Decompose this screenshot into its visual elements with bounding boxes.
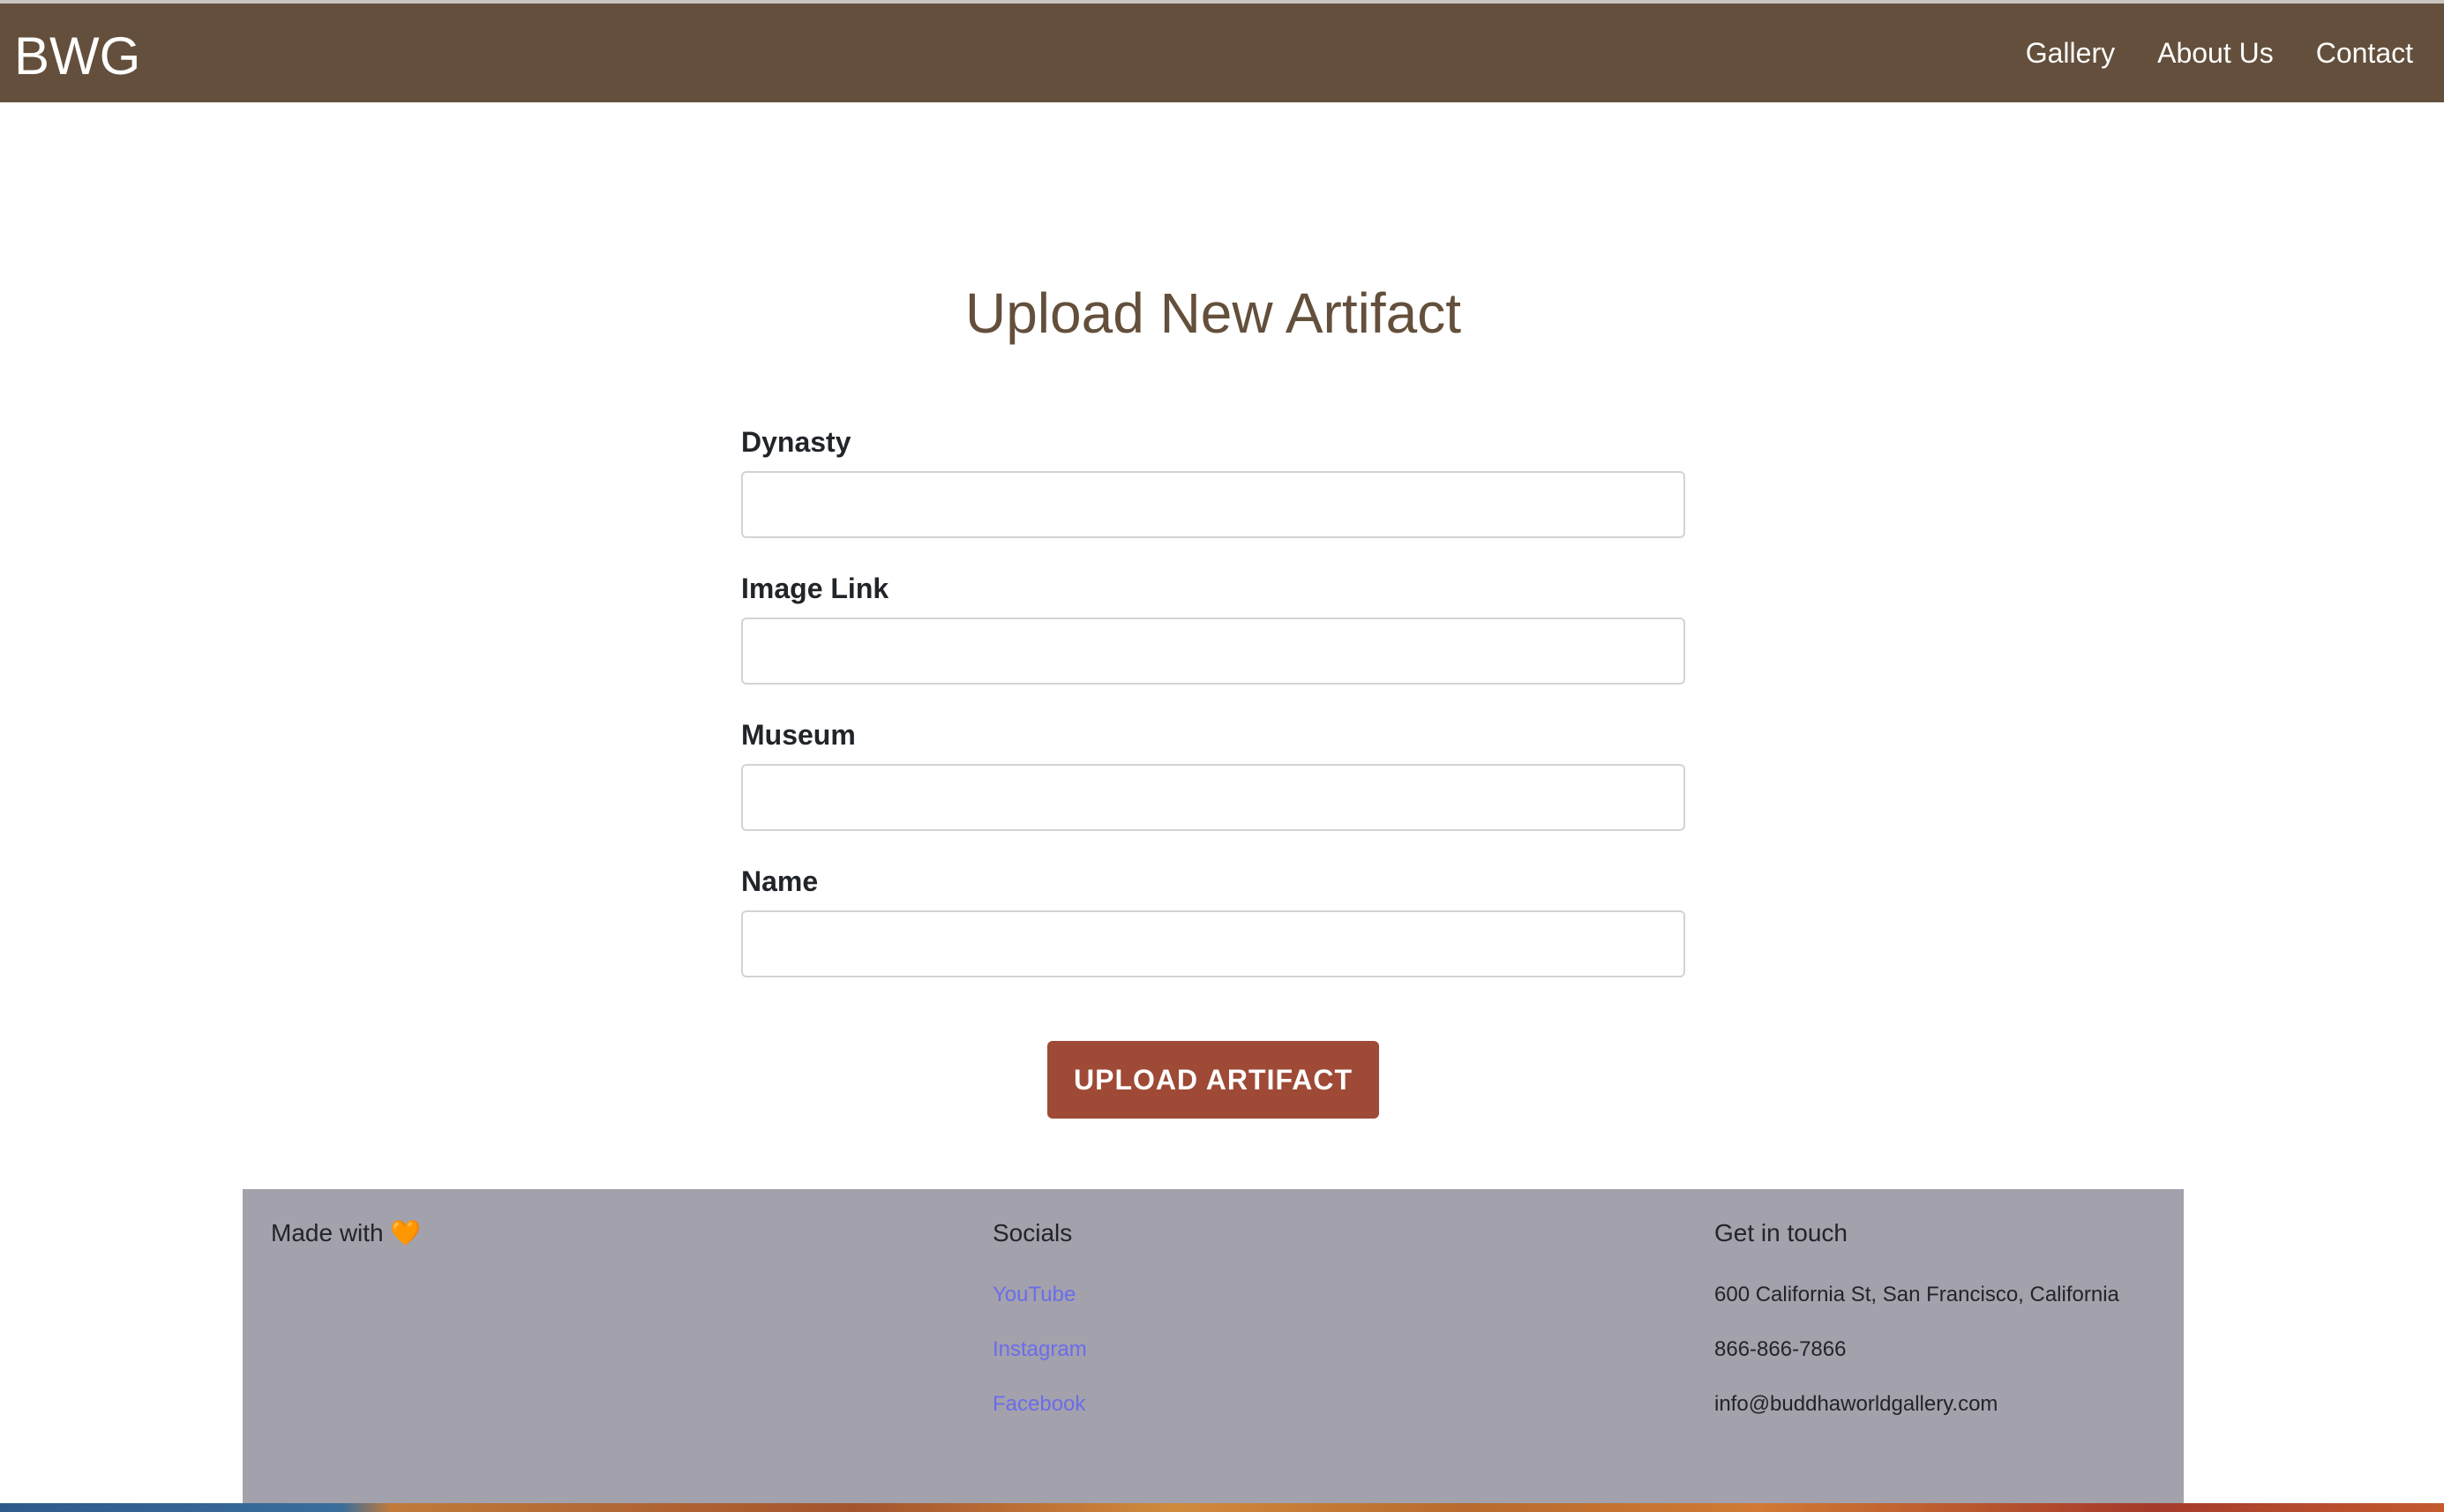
nav-link-gallery[interactable]: Gallery [2026, 35, 2115, 71]
museum-field-group: Museum [741, 716, 1685, 831]
nav-link-contact[interactable]: Contact [2316, 35, 2413, 71]
socials-heading: Socials [993, 1219, 1073, 1246]
instagram-link[interactable]: Instagram [993, 1337, 1087, 1361]
image-link-input[interactable] [741, 618, 1685, 685]
upload-artifact-form: Dynasty Image Link Museum Name [741, 423, 1685, 1009]
heart-icon: 🧡 [390, 1218, 422, 1247]
name-label: Name [741, 865, 819, 897]
dynasty-label: Dynasty [741, 426, 851, 458]
contact-heading: Get in touch [1714, 1219, 1848, 1246]
page-title: Upload New Artifact [964, 281, 1462, 345]
name-input[interactable] [741, 910, 1685, 977]
footer-made-with-column: Made with 🧡 [271, 1217, 421, 1249]
youtube-link[interactable]: YouTube [993, 1283, 1076, 1306]
museum-label: Museum [741, 719, 856, 751]
list-item: Instagram [993, 1336, 1087, 1390]
footer-socials-column: Socials YouTube Instagram Facebook [993, 1217, 1087, 1445]
dynasty-input[interactable] [741, 471, 1685, 538]
made-with-text: Made with 🧡 [271, 1217, 421, 1249]
image-link-field-group: Image Link [741, 570, 1685, 685]
contact-phone: 866-866-7866 [1714, 1337, 1847, 1361]
facebook-link[interactable]: Facebook [993, 1392, 1085, 1416]
upload-artifact-button[interactable]: UPLOAD ARTIFACT [1047, 1041, 1379, 1119]
nav-link-about-us[interactable]: About Us [2157, 35, 2274, 71]
made-with-label: Made with [271, 1219, 384, 1246]
contact-address: 600 California St, San Francisco, Califo… [1714, 1283, 2119, 1306]
list-item: 866-866-7866 [1714, 1336, 2119, 1390]
socials-list: YouTube Instagram Facebook [993, 1281, 1087, 1445]
contact-list: 600 California St, San Francisco, Califo… [1714, 1281, 2119, 1445]
bottom-decorative-strip [0, 1503, 2444, 1512]
list-item: 600 California St, San Francisco, Califo… [1714, 1281, 2119, 1336]
museum-input[interactable] [741, 764, 1685, 831]
list-item: info@buddhaworldgallery.com [1714, 1390, 2119, 1445]
list-item: Facebook [993, 1390, 1087, 1445]
navbar: BWG Gallery About Us Contact [0, 4, 2444, 102]
footer: Made with 🧡 Socials YouTube Instagram Fa… [243, 1189, 2184, 1512]
list-item: YouTube [993, 1281, 1087, 1336]
image-link-label: Image Link [741, 573, 889, 604]
footer-contact-column: Get in touch 600 California St, San Fran… [1714, 1217, 2119, 1445]
dynasty-field-group: Dynasty [741, 423, 1685, 538]
nav-links: Gallery About Us Contact [2026, 35, 2413, 71]
contact-email: info@buddhaworldgallery.com [1714, 1392, 1998, 1416]
name-field-group: Name [741, 863, 1685, 977]
brand-logo[interactable]: BWG [14, 25, 140, 88]
